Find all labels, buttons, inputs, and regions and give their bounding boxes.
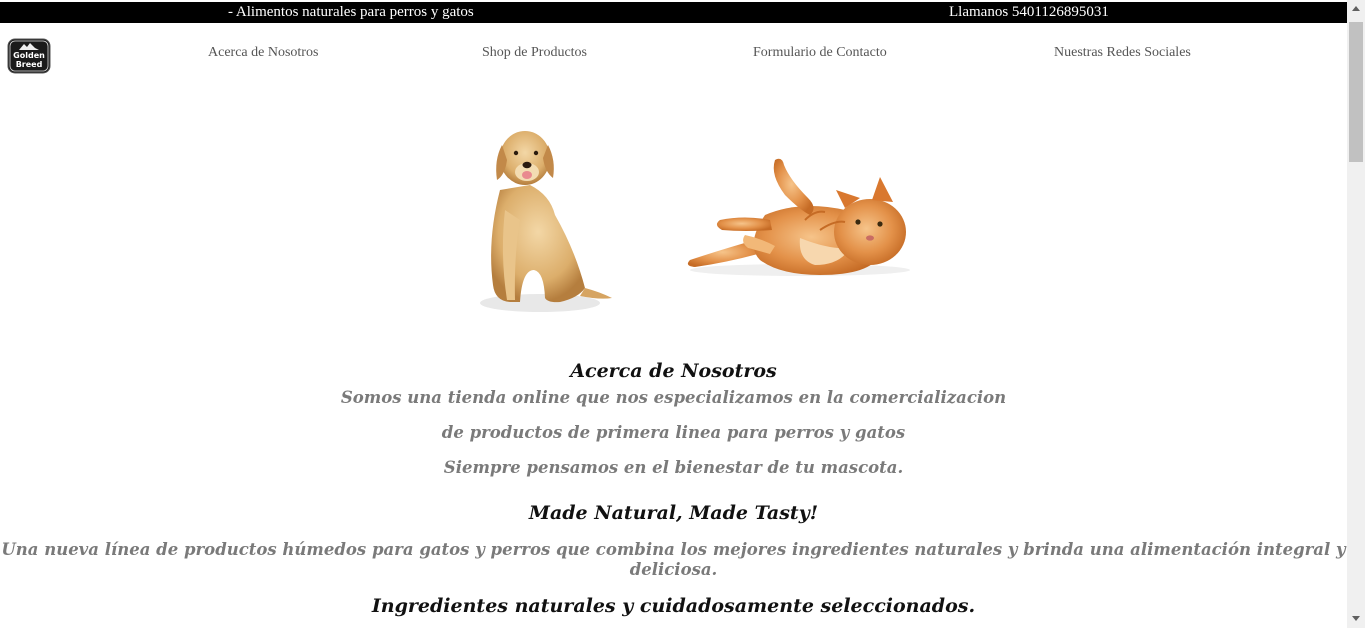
- nav-link-shop[interactable]: Shop de Productos: [482, 45, 587, 61]
- about-line-3: Siempre pensamos en el bienestar de tu m…: [443, 458, 904, 477]
- about-heading: Acerca de Nosotros: [570, 360, 777, 382]
- ingredients-heading: Ingredientes naturales y cuidadosamente …: [371, 595, 976, 617]
- natural-text-line-1: Una nueva línea de productos húmedos par…: [1, 540, 1346, 559]
- about-line-1: Somos una tienda online que nos especial…: [340, 388, 1007, 407]
- about-line-2: de productos de primera linea para perro…: [441, 423, 906, 442]
- scroll-down-arrow-icon[interactable]: [1352, 616, 1360, 621]
- logo-line2: Breed: [16, 60, 43, 69]
- natural-heading: Made Natural, Made Tasty!: [528, 502, 819, 524]
- nav-link-redes[interactable]: Nuestras Redes Sociales: [1054, 45, 1191, 61]
- scrollbar-thumb[interactable]: [1349, 22, 1363, 162]
- top-announcement-bar: - Alimentos naturales para perros y gato…: [0, 2, 1347, 23]
- page: - Alimentos naturales para perros y gato…: [0, 0, 1347, 628]
- phone-number[interactable]: Llamanos 5401126895031: [949, 2, 1109, 23]
- natural-text-line-2: deliciosa.: [629, 560, 718, 579]
- vertical-scrollbar[interactable]: [1347, 0, 1365, 628]
- golden-retriever-dog-image: [480, 131, 612, 312]
- hero-pets-image: [480, 131, 910, 312]
- nav-link-contacto[interactable]: Formulario de Contacto: [753, 45, 887, 61]
- scroll-up-arrow-icon[interactable]: [1352, 6, 1360, 11]
- nav-link-acerca[interactable]: Acerca de Nosotros: [208, 45, 318, 61]
- tagline: - Alimentos naturales para perros y gato…: [228, 4, 474, 20]
- logo-line1: Golden: [13, 51, 45, 60]
- golden-breed-logo-icon[interactable]: Golden Breed: [7, 38, 51, 74]
- orange-cat-lying-image: [687, 158, 910, 276]
